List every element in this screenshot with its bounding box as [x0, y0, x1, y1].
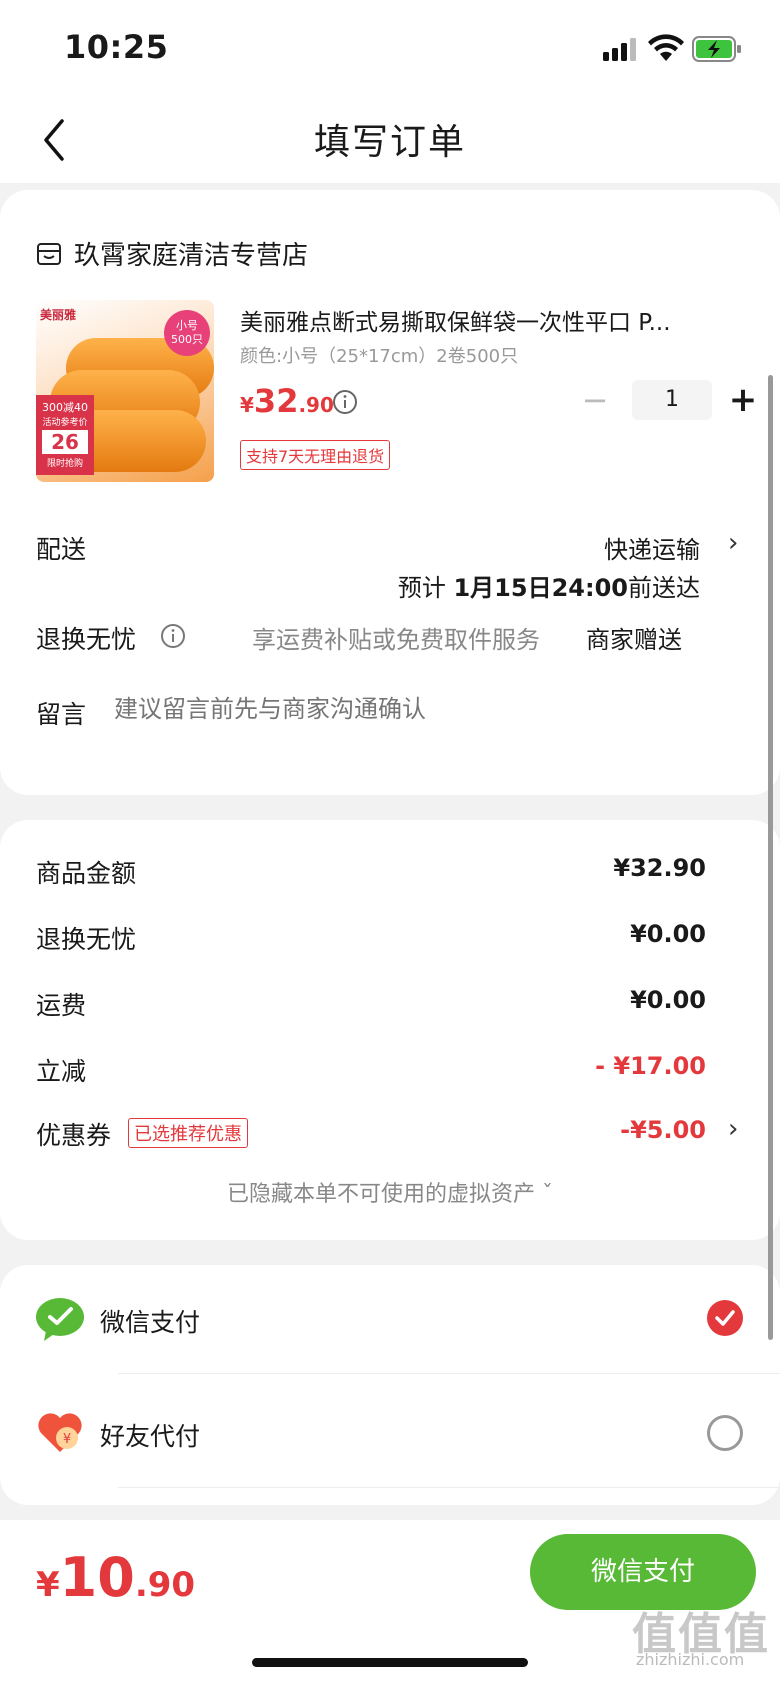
wechat-pay-label[interactable]: 微信支付 — [100, 1303, 200, 1339]
quantity-stepper: − 1 + — [580, 380, 758, 420]
wechat-pay-radio-selected[interactable] — [707, 1300, 743, 1336]
hidden-assets-toggle[interactable]: 已隐藏本单不可使用的虚拟资产 ˇ — [0, 1176, 780, 1208]
return-fee-label: 退换无忧 — [36, 925, 137, 954]
message-input[interactable] — [114, 695, 674, 723]
return-policy-tag: 支持7天无理由退货 — [240, 440, 391, 470]
delivery-eta: 预计 1月15日24:00前送达 — [397, 574, 700, 602]
info-icon[interactable] — [160, 623, 186, 649]
return-service-value: 商家赠送 — [586, 626, 682, 654]
goods-amount-value: ¥32.90 — [613, 854, 706, 882]
discount-value: - ¥17.00 — [595, 1052, 706, 1080]
store-icon — [37, 242, 61, 265]
signal-icon — [603, 38, 636, 61]
goods-amount-label: 商品金额 — [36, 859, 137, 888]
friend-pay-radio[interactable] — [707, 1415, 743, 1451]
bottom-bar: ¥10.90 微信支付 值值值 zhizhizhi.com — [0, 1520, 780, 1688]
price-summary-card: 商品金额 ¥32.90 退换无忧 ¥0.00 运费 ¥0.00 立减 - ¥17… — [0, 820, 780, 1240]
product-price: ¥32.90 — [240, 382, 334, 420]
order-card: 玖霄家庭清洁专营店 美丽雅 小号 500只 300减40 活动参考价 26 限时抢… — [0, 190, 780, 795]
battery-icon — [692, 36, 741, 62]
home-indicator[interactable] — [252, 1658, 528, 1667]
status-bar: 10:25 — [0, 0, 780, 95]
delivery-label: 配送 — [36, 535, 87, 564]
watermark-url: zhizhizhi.com — [636, 1650, 745, 1669]
chevron-right-icon[interactable]: › — [728, 528, 738, 558]
delivery-method[interactable]: 快递运输 — [604, 530, 700, 565]
chevron-right-icon[interactable]: › — [728, 1114, 738, 1144]
nav-bar: 填写订单 — [0, 95, 780, 183]
coupon-value[interactable]: -¥5.00 — [620, 1116, 706, 1144]
divider — [118, 1487, 780, 1488]
status-time: 10:25 — [64, 28, 169, 66]
friend-pay-heart-icon: ¥ — [38, 1413, 82, 1452]
decrease-button[interactable]: − — [580, 381, 610, 419]
promo-sticker: 300减40 活动参考价 26 限时抢购 — [36, 395, 94, 475]
product-image[interactable]: 美丽雅 小号 500只 300减40 活动参考价 26 限时抢购 — [36, 300, 214, 482]
page-title: 填写订单 — [313, 122, 466, 163]
wifi-icon — [648, 34, 684, 61]
product-name[interactable]: 美丽雅点断式易撕取保鲜袋一次性平口 P... — [240, 303, 740, 337]
message-label: 留言 — [36, 700, 87, 729]
wechat-pay-icon — [36, 1298, 84, 1341]
size-badge: 小号 500只 — [164, 310, 210, 356]
friend-pay-label[interactable]: 好友代付 — [100, 1417, 200, 1453]
brand-logo: 美丽雅 — [40, 308, 77, 322]
divider — [118, 1373, 780, 1374]
return-service-label: 退换无忧 — [36, 625, 137, 654]
discount-label: 立减 — [36, 1057, 87, 1086]
coupon-label: 优惠券 — [36, 1121, 112, 1150]
info-icon[interactable] — [332, 389, 358, 415]
scrollbar[interactable] — [768, 375, 773, 1340]
total-price: ¥10.90 — [36, 1546, 196, 1609]
return-fee-value: ¥0.00 — [630, 920, 706, 948]
shop-header[interactable]: 玖霄家庭清洁专营店 — [36, 235, 308, 272]
product-spec: 颜色:小号（25*17cm）2卷500只 — [240, 346, 519, 367]
return-service-desc: 享运费补贴或免费取件服务 — [252, 626, 540, 654]
svg-text:¥: ¥ — [63, 1432, 71, 1447]
freight-label: 运费 — [36, 991, 87, 1020]
coupon-tag: 已选推荐优惠 — [128, 1118, 248, 1148]
freight-value: ¥0.00 — [630, 986, 706, 1014]
shop-name: 玖霄家庭清洁专营店 — [74, 241, 309, 271]
quantity-value[interactable]: 1 — [632, 380, 712, 420]
check-icon — [715, 1310, 735, 1326]
payment-method-card: 微信支付 ¥ 好友代付 — [0, 1265, 780, 1505]
increase-button[interactable]: + — [728, 380, 758, 420]
